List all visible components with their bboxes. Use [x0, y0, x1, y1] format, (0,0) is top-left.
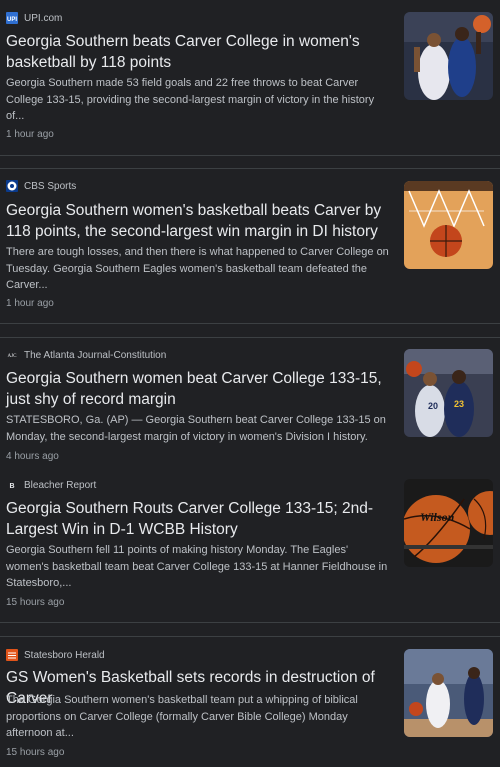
- article-snippet: There are tough losses, and then there i…: [6, 246, 389, 291]
- article-timestamp: 1 hour ago: [6, 298, 54, 309]
- svg-text:Wilson: Wilson: [420, 510, 455, 524]
- article-snippet: STATESBORO, Ga. (AP) — Georgia Southern …: [6, 414, 386, 443]
- article-headline[interactable]: Georgia Southern women's basketball beat…: [6, 200, 391, 242]
- article-headline[interactable]: Georgia Southern beats Carver College in…: [6, 31, 391, 73]
- news-article[interactable]: AJC The Atlanta Journal-Constitution Geo…: [0, 337, 500, 467]
- news-source[interactable]: B Bleacher Report: [6, 479, 96, 491]
- article-thumbnail[interactable]: 20 23: [404, 349, 493, 437]
- source-name: The Atlanta Journal-Constitution: [24, 349, 167, 361]
- divider: [0, 622, 500, 623]
- source-name: UPI.com: [24, 12, 63, 24]
- svg-text:AJC: AJC: [8, 354, 18, 359]
- article-snippet: Georgia Southern made 53 field goals and…: [6, 77, 375, 122]
- news-article[interactable]: B Bleacher Report Georgia Southern Routs…: [0, 467, 500, 622]
- article-snippet: Georgia Southern fell 11 points of makin…: [6, 544, 388, 589]
- news-source[interactable]: AJC The Atlanta Journal-Constitution: [6, 349, 166, 361]
- article-timestamp: 15 hours ago: [6, 597, 65, 608]
- cbs-sports-logo-icon: [6, 180, 18, 192]
- article-timestamp: 4 hours ago: [6, 451, 59, 462]
- svg-text:UPI: UPI: [7, 17, 17, 23]
- upi-logo-icon: UPI: [6, 12, 18, 24]
- news-article[interactable]: UPI UPI.com Georgia Southern beats Carve…: [0, 0, 500, 155]
- news-source[interactable]: Statesboro Herald: [6, 649, 105, 661]
- bleacher-report-logo-icon: B: [6, 479, 18, 491]
- source-name: Statesboro Herald: [24, 649, 105, 661]
- ajc-logo-icon: AJC: [6, 349, 18, 361]
- article-thumbnail[interactable]: [404, 649, 493, 737]
- article-thumbnail[interactable]: [404, 12, 493, 100]
- divider: [0, 323, 500, 324]
- svg-text:23: 23: [454, 399, 464, 409]
- article-headline[interactable]: Georgia Southern women beat Carver Colle…: [6, 368, 391, 410]
- article-timestamp: 1 hour ago: [6, 129, 54, 140]
- article-thumbnail[interactable]: Wilson: [404, 479, 493, 567]
- article-headline[interactable]: Georgia Southern Routs Carver College 13…: [6, 498, 391, 540]
- source-name: Bleacher Report: [24, 479, 97, 491]
- statesboro-herald-logo-icon: [6, 649, 18, 661]
- article-snippet: The Gorgia Southern women's basketball t…: [6, 694, 358, 739]
- news-article[interactable]: Statesboro Herald GS Women's Basketball …: [0, 636, 500, 767]
- news-source[interactable]: UPI UPI.com: [6, 12, 62, 24]
- svg-text:B: B: [9, 483, 14, 490]
- article-timestamp: 15 hours ago: [6, 747, 65, 758]
- svg-text:20: 20: [428, 401, 438, 411]
- source-name: CBS Sports: [24, 180, 77, 192]
- article-thumbnail[interactable]: [404, 181, 493, 269]
- divider: [0, 155, 500, 156]
- news-source[interactable]: CBS Sports: [6, 180, 76, 192]
- news-article[interactable]: CBS Sports Georgia Southern women's bask…: [0, 168, 500, 323]
